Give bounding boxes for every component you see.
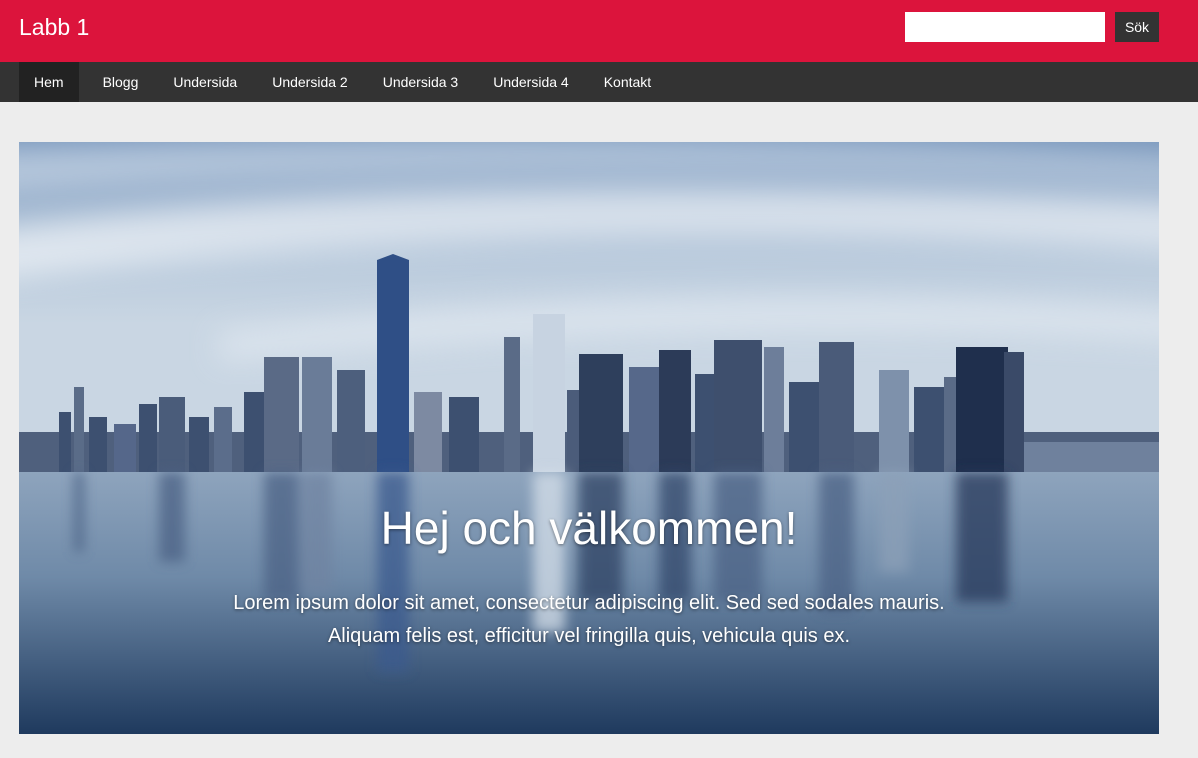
hero-title: Hej och välkommen! (380, 502, 798, 554)
nav-item-undersida-4[interactable]: Undersida 4 (478, 62, 589, 102)
nav-item-kontakt[interactable]: Kontakt (589, 62, 671, 102)
nav-item-undersida-3[interactable]: Undersida 3 (368, 62, 479, 102)
hero-text: Lorem ipsum dolor sit amet, consectetur … (233, 592, 945, 647)
nav-item-hem[interactable]: Hem (19, 62, 79, 102)
hero-banner: Hej och välkommen! Lorem ipsum dolor sit… (19, 142, 1159, 734)
search-input[interactable] (905, 12, 1105, 42)
main-nav: Hem Blogg Undersida Undersida 2 Undersid… (0, 62, 1198, 102)
site-title[interactable]: Labb 1 (19, 13, 89, 41)
search-button[interactable]: Sök (1115, 12, 1159, 42)
site-header: Labb 1 Sök (0, 0, 1198, 62)
nav-item-blogg[interactable]: Blogg (88, 62, 159, 102)
nav-item-undersida-2[interactable]: Undersida 2 (257, 62, 368, 102)
nav-item-undersida[interactable]: Undersida (158, 62, 257, 102)
